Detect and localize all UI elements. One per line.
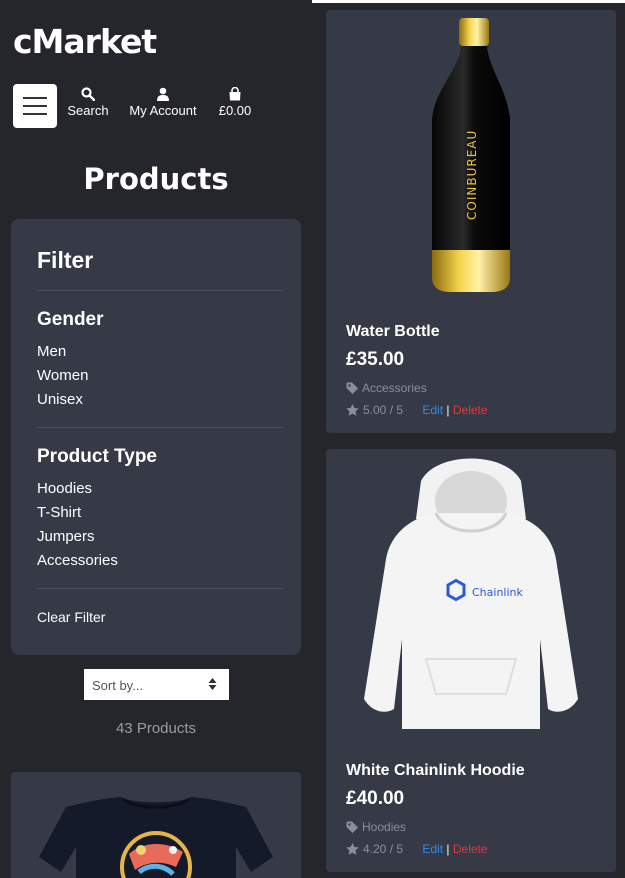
product-card[interactable] <box>11 772 301 878</box>
product-card[interactable]: Chainlink White Chainlink Hoodie £40.00 … <box>326 449 616 872</box>
divider <box>37 290 283 291</box>
delete-link[interactable]: Delete <box>453 842 488 856</box>
nav-cart-total: £0.00 <box>218 103 252 118</box>
link-separator: | <box>446 403 450 417</box>
rating-value: 5.00 / 5 <box>363 403 404 417</box>
product-rating-row: 5.00 / 5 Edit | Delete <box>346 403 488 417</box>
sort-select[interactable]: Sort by... <box>84 669 229 700</box>
bottle-logo-text: COINBUREAU <box>465 130 479 220</box>
nav-search[interactable]: Search <box>67 87 109 118</box>
delete-link[interactable]: Delete <box>453 403 488 417</box>
product-title[interactable]: White Chainlink Hoodie <box>346 762 525 780</box>
divider <box>37 588 283 589</box>
edit-link[interactable]: Edit <box>422 403 443 417</box>
nav-account[interactable]: My Account <box>125 87 201 118</box>
star-icon <box>346 843 359 855</box>
divider <box>37 427 283 428</box>
product-image-water-bottle: COINBUREAU <box>432 18 510 292</box>
search-icon <box>81 87 95 101</box>
product-type-heading: Product Type <box>37 446 157 467</box>
filter-option-tshirt[interactable]: T-Shirt <box>37 504 81 521</box>
page-title: Products <box>83 162 229 196</box>
nav-search-label: Search <box>67 103 109 118</box>
clear-filter-link[interactable]: Clear Filter <box>37 609 105 625</box>
filter-title: Filter <box>37 247 94 273</box>
brand-logo[interactable]: cMarket <box>13 22 157 61</box>
rating-value: 4.20 / 5 <box>363 842 404 856</box>
filter-option-women[interactable]: Women <box>37 367 88 384</box>
nav-cart[interactable]: £0.00 <box>217 87 253 118</box>
product-count: 43 Products <box>115 720 197 737</box>
star-icon <box>346 404 359 416</box>
filter-option-jumpers[interactable]: Jumpers <box>37 528 95 545</box>
sort-selected: Sort by... <box>92 678 144 693</box>
product-price: £40.00 <box>346 788 405 809</box>
tag-icon <box>346 382 358 394</box>
user-icon <box>157 87 169 101</box>
nav-account-label: My Account <box>129 103 197 118</box>
left-column: cMarket Search My Account £0.00 Products… <box>0 0 312 878</box>
product-image-white-hoodie: Chainlink <box>364 458 578 729</box>
hoodie-print-text: Chainlink <box>472 586 524 599</box>
product-price: £35.00 <box>346 349 405 370</box>
shopping-bag-icon <box>229 87 241 101</box>
filter-option-accessories[interactable]: Accessories <box>37 552 118 569</box>
hamburger-line <box>23 113 47 115</box>
category-label: Accessories <box>362 381 427 395</box>
menu-button[interactable] <box>13 84 57 128</box>
filter-option-hoodies[interactable]: Hoodies <box>37 480 92 497</box>
tag-icon <box>346 821 358 833</box>
product-title[interactable]: Water Bottle <box>346 323 440 341</box>
category-label: Hoodies <box>362 820 407 834</box>
product-image <box>39 797 273 878</box>
top-edge <box>312 0 625 3</box>
product-rating-row: 4.20 / 5 Edit | Delete <box>346 842 488 856</box>
product-category[interactable]: Accessories <box>346 381 427 395</box>
hamburger-line <box>23 105 47 107</box>
right-column: COINBUREAU Water Bottle £35.00 Accessori… <box>312 0 625 878</box>
filter-option-unisex[interactable]: Unisex <box>37 391 83 408</box>
gender-heading: Gender <box>37 309 104 330</box>
hamburger-line <box>23 97 47 99</box>
select-arrows-icon <box>208 678 217 690</box>
filter-option-men[interactable]: Men <box>37 343 66 360</box>
product-card[interactable]: COINBUREAU Water Bottle £35.00 Accessori… <box>326 10 616 433</box>
filter-panel: Filter Gender Men Women Unisex Product T… <box>11 219 301 655</box>
product-category[interactable]: Hoodies <box>346 820 406 834</box>
link-separator: | <box>446 842 450 856</box>
edit-link[interactable]: Edit <box>422 842 443 856</box>
